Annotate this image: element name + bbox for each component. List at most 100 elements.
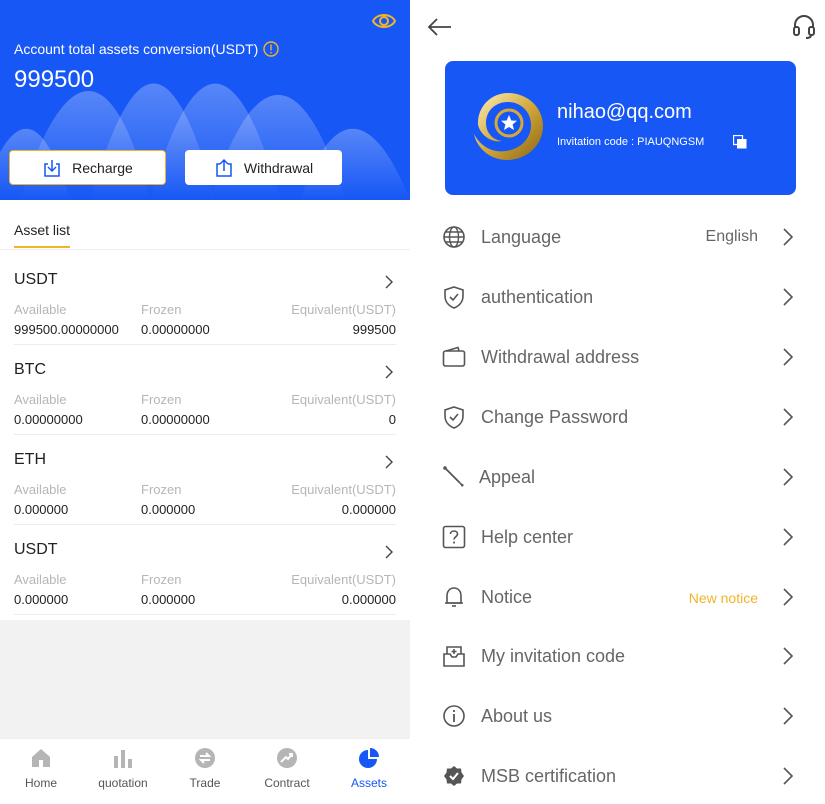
invitation-code: Invitation code : PIAUQNGSM xyxy=(557,136,705,148)
upload-icon xyxy=(216,158,232,177)
info-icon xyxy=(443,705,465,727)
chevron-right-icon xyxy=(385,365,393,379)
profile-screen: nihao@qq.com Invitation code : PIAUQNGSM… xyxy=(410,0,825,804)
available-value: 0.000000 xyxy=(14,592,69,607)
menu-label: Withdrawal address xyxy=(481,347,640,367)
chevron-right-icon xyxy=(783,588,794,606)
available-label: Available xyxy=(14,302,67,317)
asset-row[interactable]: ETH Available Frozen Equivalent(USDT) 0.… xyxy=(14,435,396,525)
equivalent-label: Equivalent(USDT) xyxy=(291,572,396,587)
tab-trade-label: Trade xyxy=(189,776,221,790)
tab-quotation-label: quotation xyxy=(98,776,148,790)
tab-assets-label: Assets xyxy=(350,776,387,790)
equivalent-value: 0 xyxy=(388,412,396,427)
frozen-label: Frozen xyxy=(141,302,182,317)
menu-label: Appeal xyxy=(479,467,536,487)
tab-home-label: Home xyxy=(24,776,57,790)
menu-authentication[interactable]: authentication xyxy=(442,277,794,317)
chevron-right-icon xyxy=(783,707,794,725)
menu-language[interactable]: Language English xyxy=(442,217,794,257)
frozen-label: Frozen xyxy=(141,392,182,407)
available-value: 0.00000000 xyxy=(14,412,83,427)
available-value: 999500.00000000 xyxy=(14,322,119,337)
menu-label: authentication xyxy=(481,287,594,307)
chevron-right-icon xyxy=(783,228,794,246)
tab-contract[interactable]: Contract xyxy=(246,739,328,804)
copy-icon[interactable] xyxy=(733,135,747,149)
wallet-icon xyxy=(442,346,466,367)
globe-icon xyxy=(443,226,465,248)
home-icon xyxy=(32,749,50,767)
total-assets-label: Account total assets conversion(USDT) xyxy=(14,41,280,57)
frozen-value: 0.000000 xyxy=(141,592,196,607)
tab-trade[interactable]: Trade xyxy=(164,739,246,804)
frozen-label: Frozen xyxy=(141,482,182,497)
trade-icon xyxy=(195,748,215,768)
available-label: Available xyxy=(14,392,67,407)
user-email: nihao@qq.com xyxy=(557,101,692,123)
pen-icon xyxy=(443,466,464,487)
menu-label: MSB certification xyxy=(481,766,617,786)
asset-list: Asset list USDT Available Frozen Equival… xyxy=(0,200,410,620)
equivalent-value: 0.000000 xyxy=(341,592,396,607)
recharge-label: Recharge xyxy=(72,159,133,176)
info-icon[interactable] xyxy=(263,41,280,57)
bell-icon xyxy=(445,587,463,607)
chevron-right-icon xyxy=(783,288,794,306)
back-arrow-icon[interactable] xyxy=(426,16,452,38)
menu-label: Notice xyxy=(481,587,533,607)
asset-name: ETH xyxy=(14,451,46,468)
equivalent-label: Equivalent(USDT) xyxy=(291,302,396,317)
recharge-button[interactable]: Recharge xyxy=(9,150,166,185)
tab-assets[interactable]: Assets xyxy=(328,739,410,804)
assets-header: Account total assets conversion(USDT) 99… xyxy=(0,0,410,200)
withdrawal-button[interactable]: Withdrawal xyxy=(185,150,342,185)
equivalent-value: 0.000000 xyxy=(341,502,396,517)
shield-icon xyxy=(444,286,464,309)
download-icon xyxy=(44,159,60,177)
asset-name: USDT xyxy=(14,271,58,288)
equivalent-label: Equivalent(USDT) xyxy=(291,482,396,497)
menu-label: Help center xyxy=(481,527,574,547)
tab-contract-label: Contract xyxy=(264,776,310,790)
chevron-right-icon xyxy=(783,348,794,366)
menu-help-center[interactable]: Help center xyxy=(442,517,794,557)
menu-change-password[interactable]: Change Password xyxy=(442,397,794,437)
asset-name: USDT xyxy=(14,541,58,558)
tab-quotation[interactable]: quotation xyxy=(82,739,164,804)
profile-card: nihao@qq.com Invitation code : PIAUQNGSM xyxy=(445,61,796,195)
asset-row[interactable]: BTC Available Frozen Equivalent(USDT) 0.… xyxy=(14,345,396,435)
headset-icon[interactable] xyxy=(792,14,816,40)
asset-name: BTC xyxy=(14,361,46,378)
asset-list-tab-label: Asset list xyxy=(14,222,71,238)
asset-row[interactable]: USDT Available Frozen Equivalent(USDT) 9… xyxy=(14,255,396,345)
bar-chart-icon xyxy=(114,750,132,768)
frozen-value: 0.00000000 xyxy=(141,322,210,337)
frozen-value: 0.00000000 xyxy=(141,412,210,427)
menu-about-us[interactable]: About us xyxy=(442,696,794,736)
equivalent-value: 999500 xyxy=(352,322,396,337)
equivalent-label: Equivalent(USDT) xyxy=(291,392,396,407)
withdrawal-label: Withdrawal xyxy=(243,159,314,176)
available-label: Available xyxy=(14,572,67,587)
chevron-right-icon xyxy=(385,275,393,289)
chevron-right-icon xyxy=(385,545,393,559)
pie-chart-icon xyxy=(359,748,379,768)
menu-notice[interactable]: Notice New notice xyxy=(442,577,794,617)
badge-icon xyxy=(444,766,464,786)
chevron-right-icon xyxy=(783,468,794,486)
asset-row[interactable]: USDT Available Frozen Equivalent(USDT) 0… xyxy=(14,525,396,615)
eye-icon[interactable] xyxy=(372,10,396,32)
menu-withdrawal-address[interactable]: Withdrawal address xyxy=(442,337,794,377)
menu-label: About us xyxy=(481,706,553,726)
asset-list-tab[interactable]: Asset list xyxy=(0,200,410,250)
menu-msb-certification[interactable]: MSB certification xyxy=(442,756,794,796)
menu-appeal[interactable]: Appeal xyxy=(442,457,794,497)
chevron-right-icon xyxy=(783,528,794,546)
question-icon xyxy=(442,525,466,549)
menu-my-invitation-code[interactable]: My invitation code xyxy=(442,636,794,676)
tab-home[interactable]: Home xyxy=(0,739,82,804)
menu-label: Change Password xyxy=(481,407,629,427)
available-label: Available xyxy=(14,482,67,497)
trend-up-icon xyxy=(277,748,297,768)
